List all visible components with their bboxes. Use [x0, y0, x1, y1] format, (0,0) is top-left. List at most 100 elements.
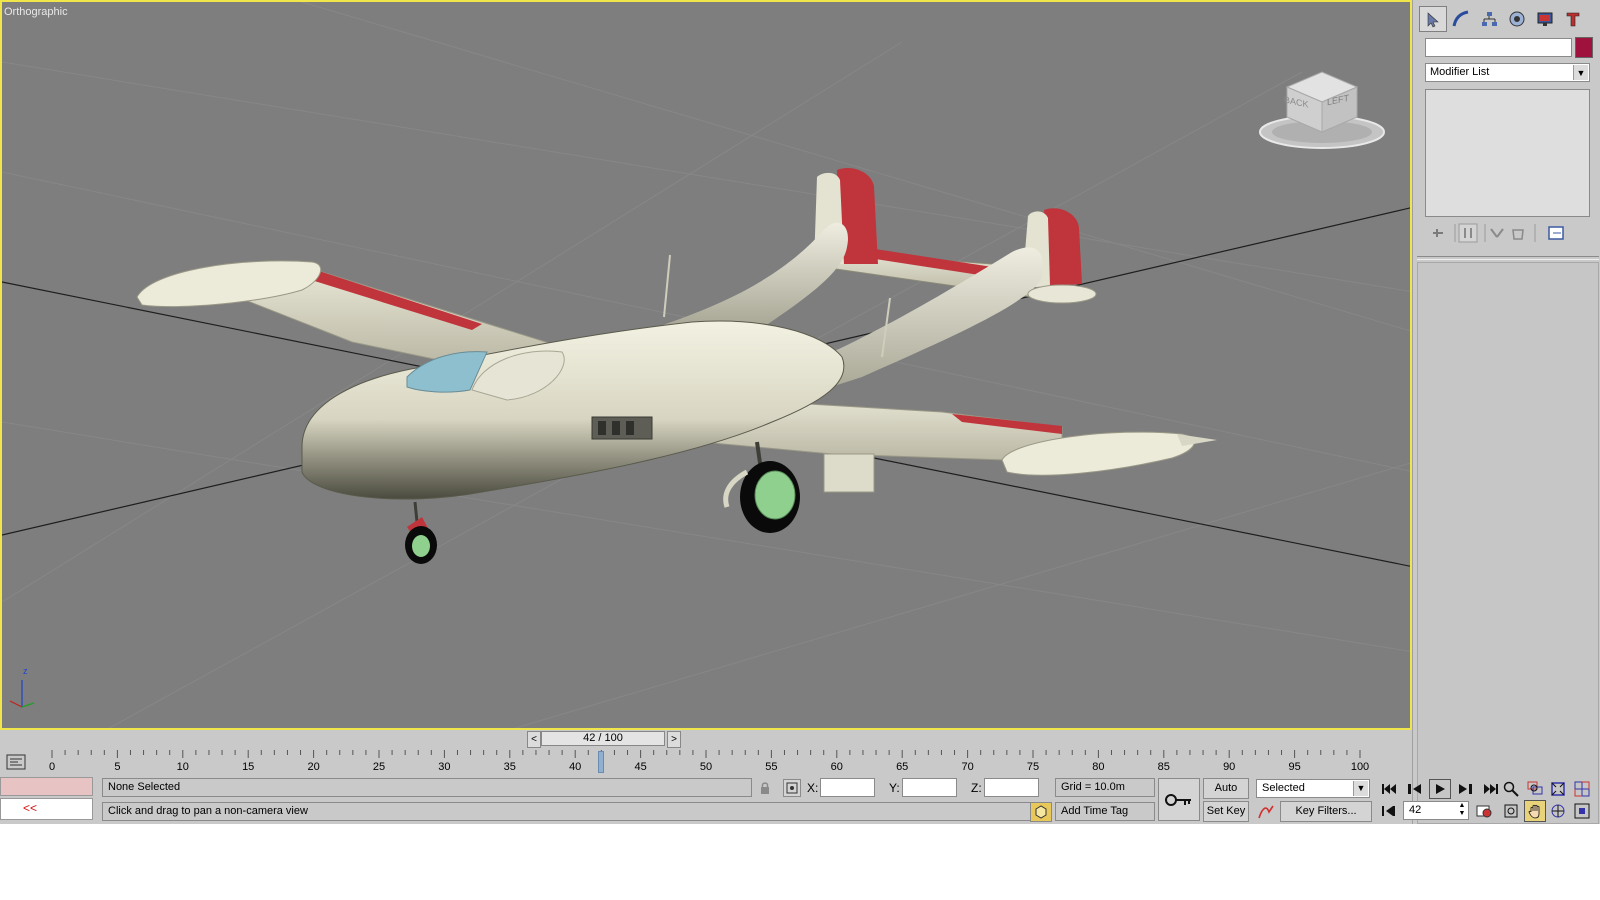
pan-hand-icon — [1528, 804, 1540, 819]
add-time-tag[interactable]: Add Time Tag — [1055, 802, 1155, 821]
orbit-button[interactable] — [1547, 801, 1569, 821]
orbit-icon — [1551, 804, 1565, 818]
time-slider-bar — [0, 730, 1412, 748]
current-frame-field[interactable]: 42 ▲ ▼ — [1403, 801, 1469, 820]
create-tab[interactable] — [1419, 6, 1447, 32]
hierarchy-icon — [1482, 12, 1497, 26]
previous-frame-button[interactable] — [1404, 780, 1426, 798]
maxscript-listener-top[interactable] — [0, 777, 93, 796]
previous-frame-icon — [1408, 784, 1421, 794]
modifier-list-label: Modifier List — [1430, 66, 1490, 78]
zoom-extents-icon — [1551, 782, 1565, 796]
object-name-field[interactable] — [1425, 38, 1572, 57]
trackbar-tick-label: 100 — [1350, 761, 1370, 773]
x-coordinate-field[interactable] — [820, 778, 875, 797]
pin-stack-icon — [1433, 229, 1443, 237]
field-of-view-icon — [1504, 804, 1518, 818]
maximize-viewport-button[interactable] — [1571, 801, 1593, 821]
trackbar-tick-label: 65 — [896, 761, 909, 773]
time-tag-button[interactable] — [1030, 802, 1052, 822]
display-icon — [1537, 12, 1553, 26]
zoom-button[interactable] — [1500, 779, 1522, 799]
set-keys-button[interactable] — [1158, 778, 1200, 821]
axis-tripod — [9, 680, 35, 708]
trackbar-tick-label: 30 — [438, 761, 451, 773]
configure-modifier-sets-icon — [1548, 226, 1564, 240]
zoom-extents-button[interactable] — [1547, 779, 1569, 799]
key-mode-value: Selected — [1262, 782, 1305, 794]
time-slider-prev-button[interactable]: < — [527, 731, 541, 748]
key-mode-toggle[interactable] — [1378, 802, 1400, 820]
maximize-viewport-icon — [1574, 803, 1590, 819]
zoom-extents-all-button[interactable] — [1571, 779, 1593, 799]
viewport-label[interactable]: Orthographic — [4, 6, 68, 18]
trackbar-tick-label: 35 — [503, 761, 516, 773]
perspective-viewport[interactable]: Orthographic BACK LEFT z — [0, 0, 1412, 730]
modifier-stack[interactable] — [1425, 89, 1590, 217]
next-frame-button[interactable] — [1454, 780, 1476, 798]
motion-tab[interactable] — [1503, 6, 1531, 32]
display-tab[interactable] — [1531, 6, 1559, 32]
trackbar-tick-label: 5 — [114, 761, 121, 773]
x-label: X: — [807, 781, 819, 795]
auto-key-button[interactable]: Auto Key — [1203, 778, 1249, 813]
go-to-start-button[interactable] — [1378, 780, 1400, 798]
key-tangent-button[interactable] — [1256, 801, 1276, 822]
modifier-stack-tools — [1425, 222, 1595, 244]
panel-separator — [1417, 256, 1599, 260]
z-label: Z: — [971, 781, 982, 795]
trackbar-frame-cursor[interactable] — [598, 751, 605, 773]
transform-mode-icon — [786, 782, 798, 794]
modify-tab[interactable] — [1447, 6, 1475, 32]
trackbar-tick-label: 20 — [307, 761, 320, 773]
key-mode-icon — [1382, 806, 1395, 816]
trackbar-tick-label: 10 — [176, 761, 189, 773]
time-slider-thumb[interactable]: 42 / 100 — [541, 731, 665, 746]
trackbar-tick-label: 45 — [634, 761, 647, 773]
maxscript-listener-button[interactable]: << — [0, 798, 93, 820]
chevron-down-icon: ▼ — [1353, 781, 1368, 796]
grid-spacing-display: Grid = 10.0m — [1055, 778, 1155, 797]
time-slider-next-button[interactable]: > — [667, 731, 681, 748]
trackbar-tick-label: 75 — [1026, 761, 1040, 773]
y-coordinate-field[interactable] — [902, 778, 957, 797]
hierarchy-tab[interactable] — [1475, 6, 1503, 32]
trackbar-tick-label: 70 — [961, 761, 974, 773]
time-configuration-button[interactable] — [1474, 802, 1494, 820]
rollout-area — [1417, 262, 1599, 824]
prompt-line: Click and drag to pan a non-camera view — [102, 802, 1032, 821]
zoom-all-button[interactable] — [1524, 779, 1546, 799]
key-icon — [1165, 793, 1191, 806]
current-frame-value: 42 — [1409, 804, 1422, 816]
play-button[interactable] — [1429, 779, 1451, 799]
set-key-button[interactable]: Set Key — [1203, 801, 1249, 822]
absolute-mode-toggle[interactable] — [783, 779, 801, 797]
trackbar-tick-label: 0 — [48, 761, 56, 773]
z-coordinate-field[interactable] — [984, 778, 1039, 797]
spinner-arrows-icon[interactable]: ▲ ▼ — [1457, 802, 1467, 819]
trackbar-tick-label: 85 — [1157, 761, 1170, 773]
pan-view-button[interactable] — [1524, 800, 1546, 822]
utilities-tab[interactable] — [1559, 6, 1587, 32]
tangent-curve-icon — [1258, 805, 1274, 818]
curve-editor-icon[interactable] — [6, 754, 26, 770]
create-icon — [1427, 12, 1439, 28]
modify-icon — [1452, 10, 1469, 27]
y-label: Y: — [889, 781, 900, 795]
make-unique-icon — [1490, 228, 1504, 238]
go-to-end-button[interactable] — [1480, 780, 1502, 798]
modifier-list-dropdown[interactable]: Modifier List ▼ — [1425, 63, 1590, 82]
chevron-down-icon: ▼ — [1573, 65, 1588, 80]
lock-icon[interactable] — [758, 780, 772, 796]
play-icon — [1436, 784, 1445, 794]
utilities-icon — [1566, 12, 1580, 27]
key-mode-dropdown[interactable]: Selected ▼ — [1256, 779, 1370, 798]
object-color-swatch[interactable] — [1575, 37, 1593, 58]
selection-status: None Selected — [102, 778, 752, 797]
axis-z-label: z — [23, 666, 28, 676]
trackbar-tick-label: 95 — [1288, 761, 1301, 773]
show-end-result-icon — [1458, 223, 1478, 243]
field-of-view-button[interactable] — [1500, 801, 1522, 821]
key-filters-button[interactable]: Key Filters... — [1280, 801, 1372, 822]
command-panel: Modifier List ▼ — [1412, 0, 1600, 824]
